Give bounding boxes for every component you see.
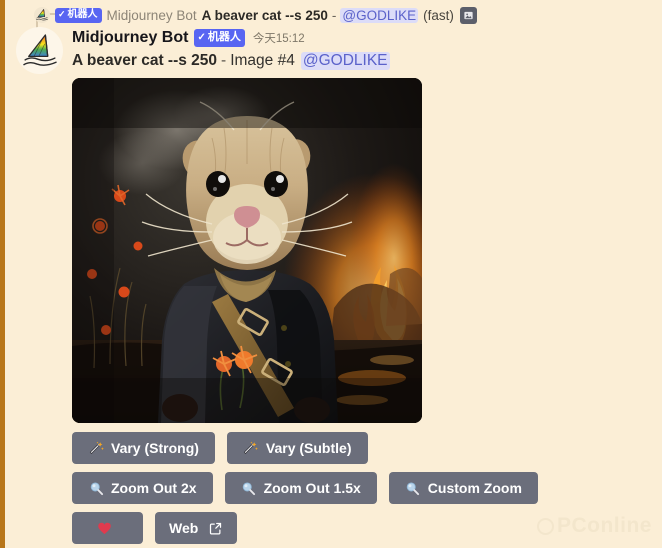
button-label: Vary (Subtle) bbox=[265, 440, 352, 456]
vary-subtle-button[interactable]: Vary (Subtle) bbox=[226, 432, 368, 464]
message-image-label: Image #4 bbox=[230, 52, 295, 69]
zoom-out-1-5x-button[interactable]: Zoom Out 1.5x bbox=[224, 472, 377, 504]
web-button[interactable]: Web bbox=[155, 512, 238, 544]
image-attachment-icon[interactable] bbox=[459, 6, 477, 24]
button-row-misc: Web bbox=[72, 512, 238, 544]
badge-check-icon: ✓ bbox=[58, 9, 66, 19]
message-username[interactable]: Midjourney Bot bbox=[72, 29, 188, 47]
generated-image[interactable] bbox=[72, 78, 422, 423]
vary-strong-button[interactable]: Vary (Strong) bbox=[72, 432, 215, 464]
reply-prompt-text: A beaver cat --s 250 bbox=[201, 7, 328, 23]
sailboat-icon bbox=[34, 7, 50, 23]
zoom-out-2x-button[interactable]: Zoom Out 2x bbox=[72, 472, 213, 504]
button-row-vary: Vary (Strong) Vary (Subtle) bbox=[72, 432, 368, 464]
avatar[interactable] bbox=[16, 27, 63, 74]
button-label: Custom Zoom bbox=[427, 480, 522, 496]
reply-speed-label: (fast) bbox=[423, 7, 454, 23]
magic-wand-icon bbox=[88, 440, 104, 456]
badge-label: 机器人 bbox=[207, 31, 241, 43]
message-bot-badge: ✓ 机器人 bbox=[194, 29, 245, 47]
message-header: Midjourney Bot ✓ 机器人 今天15:12 bbox=[72, 29, 305, 47]
watermark: PConline bbox=[536, 514, 652, 538]
badge-check-icon: ✓ bbox=[197, 31, 206, 43]
magic-wand-icon bbox=[243, 440, 259, 456]
reply-separator: - bbox=[331, 7, 337, 23]
heart-icon bbox=[96, 520, 112, 536]
magnifier-icon bbox=[88, 480, 104, 496]
message-separator: - bbox=[221, 52, 227, 69]
reply-mention[interactable]: @GODLIKE bbox=[340, 7, 419, 23]
message-timestamp: 今天15:12 bbox=[252, 33, 305, 45]
button-label: Vary (Strong) bbox=[111, 440, 199, 456]
button-label: Web bbox=[169, 520, 199, 536]
message-content: A beaver cat --s 250 - Image #4 @GODLIKE bbox=[72, 52, 390, 70]
message-prompt-text: A beaver cat --s 250 bbox=[72, 52, 218, 69]
button-label: Zoom Out 1.5x bbox=[263, 480, 361, 496]
magnifier-icon bbox=[405, 480, 421, 496]
magnifier-icon bbox=[241, 480, 257, 496]
reply-bot-badge: ✓ 机器人 bbox=[55, 7, 102, 23]
button-label: Zoom Out 2x bbox=[111, 480, 197, 496]
message-mention[interactable]: @GODLIKE bbox=[300, 52, 390, 70]
discord-message-view: ✓ 机器人 Midjourney Bot A beaver cat --s 25… bbox=[0, 0, 662, 548]
watermark-text: PConline bbox=[556, 514, 652, 537]
external-link-icon bbox=[207, 520, 223, 536]
reply-author-name: Midjourney Bot bbox=[106, 7, 197, 23]
left-accent-stripe bbox=[0, 0, 5, 548]
favorite-button[interactable] bbox=[72, 512, 143, 544]
watermark-logo-icon bbox=[536, 517, 554, 535]
button-row-zoom: Zoom Out 2x Zoom Out 1.5x Custom Zoom bbox=[72, 472, 538, 504]
custom-zoom-button[interactable]: Custom Zoom bbox=[388, 472, 538, 504]
badge-label: 机器人 bbox=[67, 8, 98, 20]
reply-reference[interactable]: ✓ 机器人 Midjourney Bot A beaver cat --s 25… bbox=[34, 4, 477, 26]
